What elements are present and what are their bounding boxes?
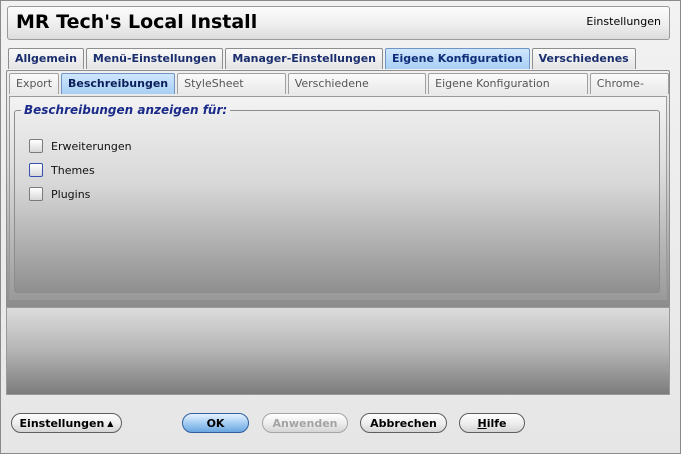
header-section-label: Einstellungen [586, 15, 661, 28]
subtab-panel: Beschreibungen anzeigen für: Erweiterung… [9, 96, 667, 300]
subtab-stylesheet-anpassen[interactable]: StyleSheet anpassen [177, 73, 286, 110]
checkbox-extensions[interactable] [29, 139, 43, 153]
tab-verschiedenes[interactable]: Verschiedenes [531, 48, 636, 69]
header-title: MR Tech's Local Install [16, 11, 258, 33]
help-button[interactable]: Hilfe [459, 413, 525, 433]
subtab-verschiedene-einstellungen[interactable]: Verschiedene Einstellungen [287, 73, 427, 110]
tab-menu-einstellungen[interactable]: Menü-Einstellungen [85, 48, 224, 69]
checkbox-label-extensions: Erweiterungen [51, 139, 132, 153]
empty-lower-area [6, 307, 670, 395]
help-button-rest: ilfe [486, 417, 507, 430]
caret-up-icon: ▲ [107, 419, 114, 428]
checkbox-row-themes[interactable]: Themes [29, 163, 95, 177]
tab-panel: Export Beschreibungen StyleSheet anpasse… [6, 70, 670, 308]
descriptions-groupbox: Beschreibungen anzeigen für: Erweiterung… [14, 103, 660, 293]
checkbox-row-plugins[interactable]: Plugins [29, 187, 90, 201]
apply-button[interactable]: Anwenden [262, 413, 348, 433]
header-bar: MR Tech's Local Install Einstellungen [7, 6, 670, 40]
subtab-eigene-konfiguration-bearbeiten[interactable]: Eigene Konfiguration bearbeiten [428, 73, 588, 110]
ok-button[interactable]: OK [182, 413, 249, 433]
tab-allgemein[interactable]: Allgemein [8, 48, 84, 69]
subtab-export[interactable]: Export [9, 73, 60, 94]
group-legend: Beschreibungen anzeigen für: [24, 103, 228, 117]
tab-eigene-konfiguration[interactable]: Eigene Konfiguration [385, 48, 530, 69]
sub-tab-bar: Export Beschreibungen StyleSheet anpasse… [9, 73, 669, 110]
tab-manager-einstellungen[interactable]: Manager-Einstellungen [225, 48, 384, 69]
top-tab-bar: Allgemein Menü-Einstellungen Manager-Ein… [8, 48, 636, 70]
cancel-button[interactable]: Abbrechen [360, 413, 447, 433]
subtab-chrome-editor[interactable]: Chrome-Editor [589, 73, 669, 110]
window: MR Tech's Local Install Einstellungen Al… [0, 0, 681, 454]
checkbox-row-extensions[interactable]: Erweiterungen [29, 139, 132, 153]
settings-button-label: Einstellungen [19, 417, 105, 430]
checkbox-plugins[interactable] [29, 187, 43, 201]
settings-menu-button[interactable]: Einstellungen ▲ [11, 413, 122, 433]
help-accesskey: H [477, 417, 487, 430]
subtab-beschreibungen[interactable]: Beschreibungen [61, 73, 176, 94]
checkbox-label-plugins: Plugins [51, 187, 91, 201]
checkbox-themes[interactable] [29, 163, 43, 177]
checkbox-label-themes: Themes [51, 163, 95, 177]
